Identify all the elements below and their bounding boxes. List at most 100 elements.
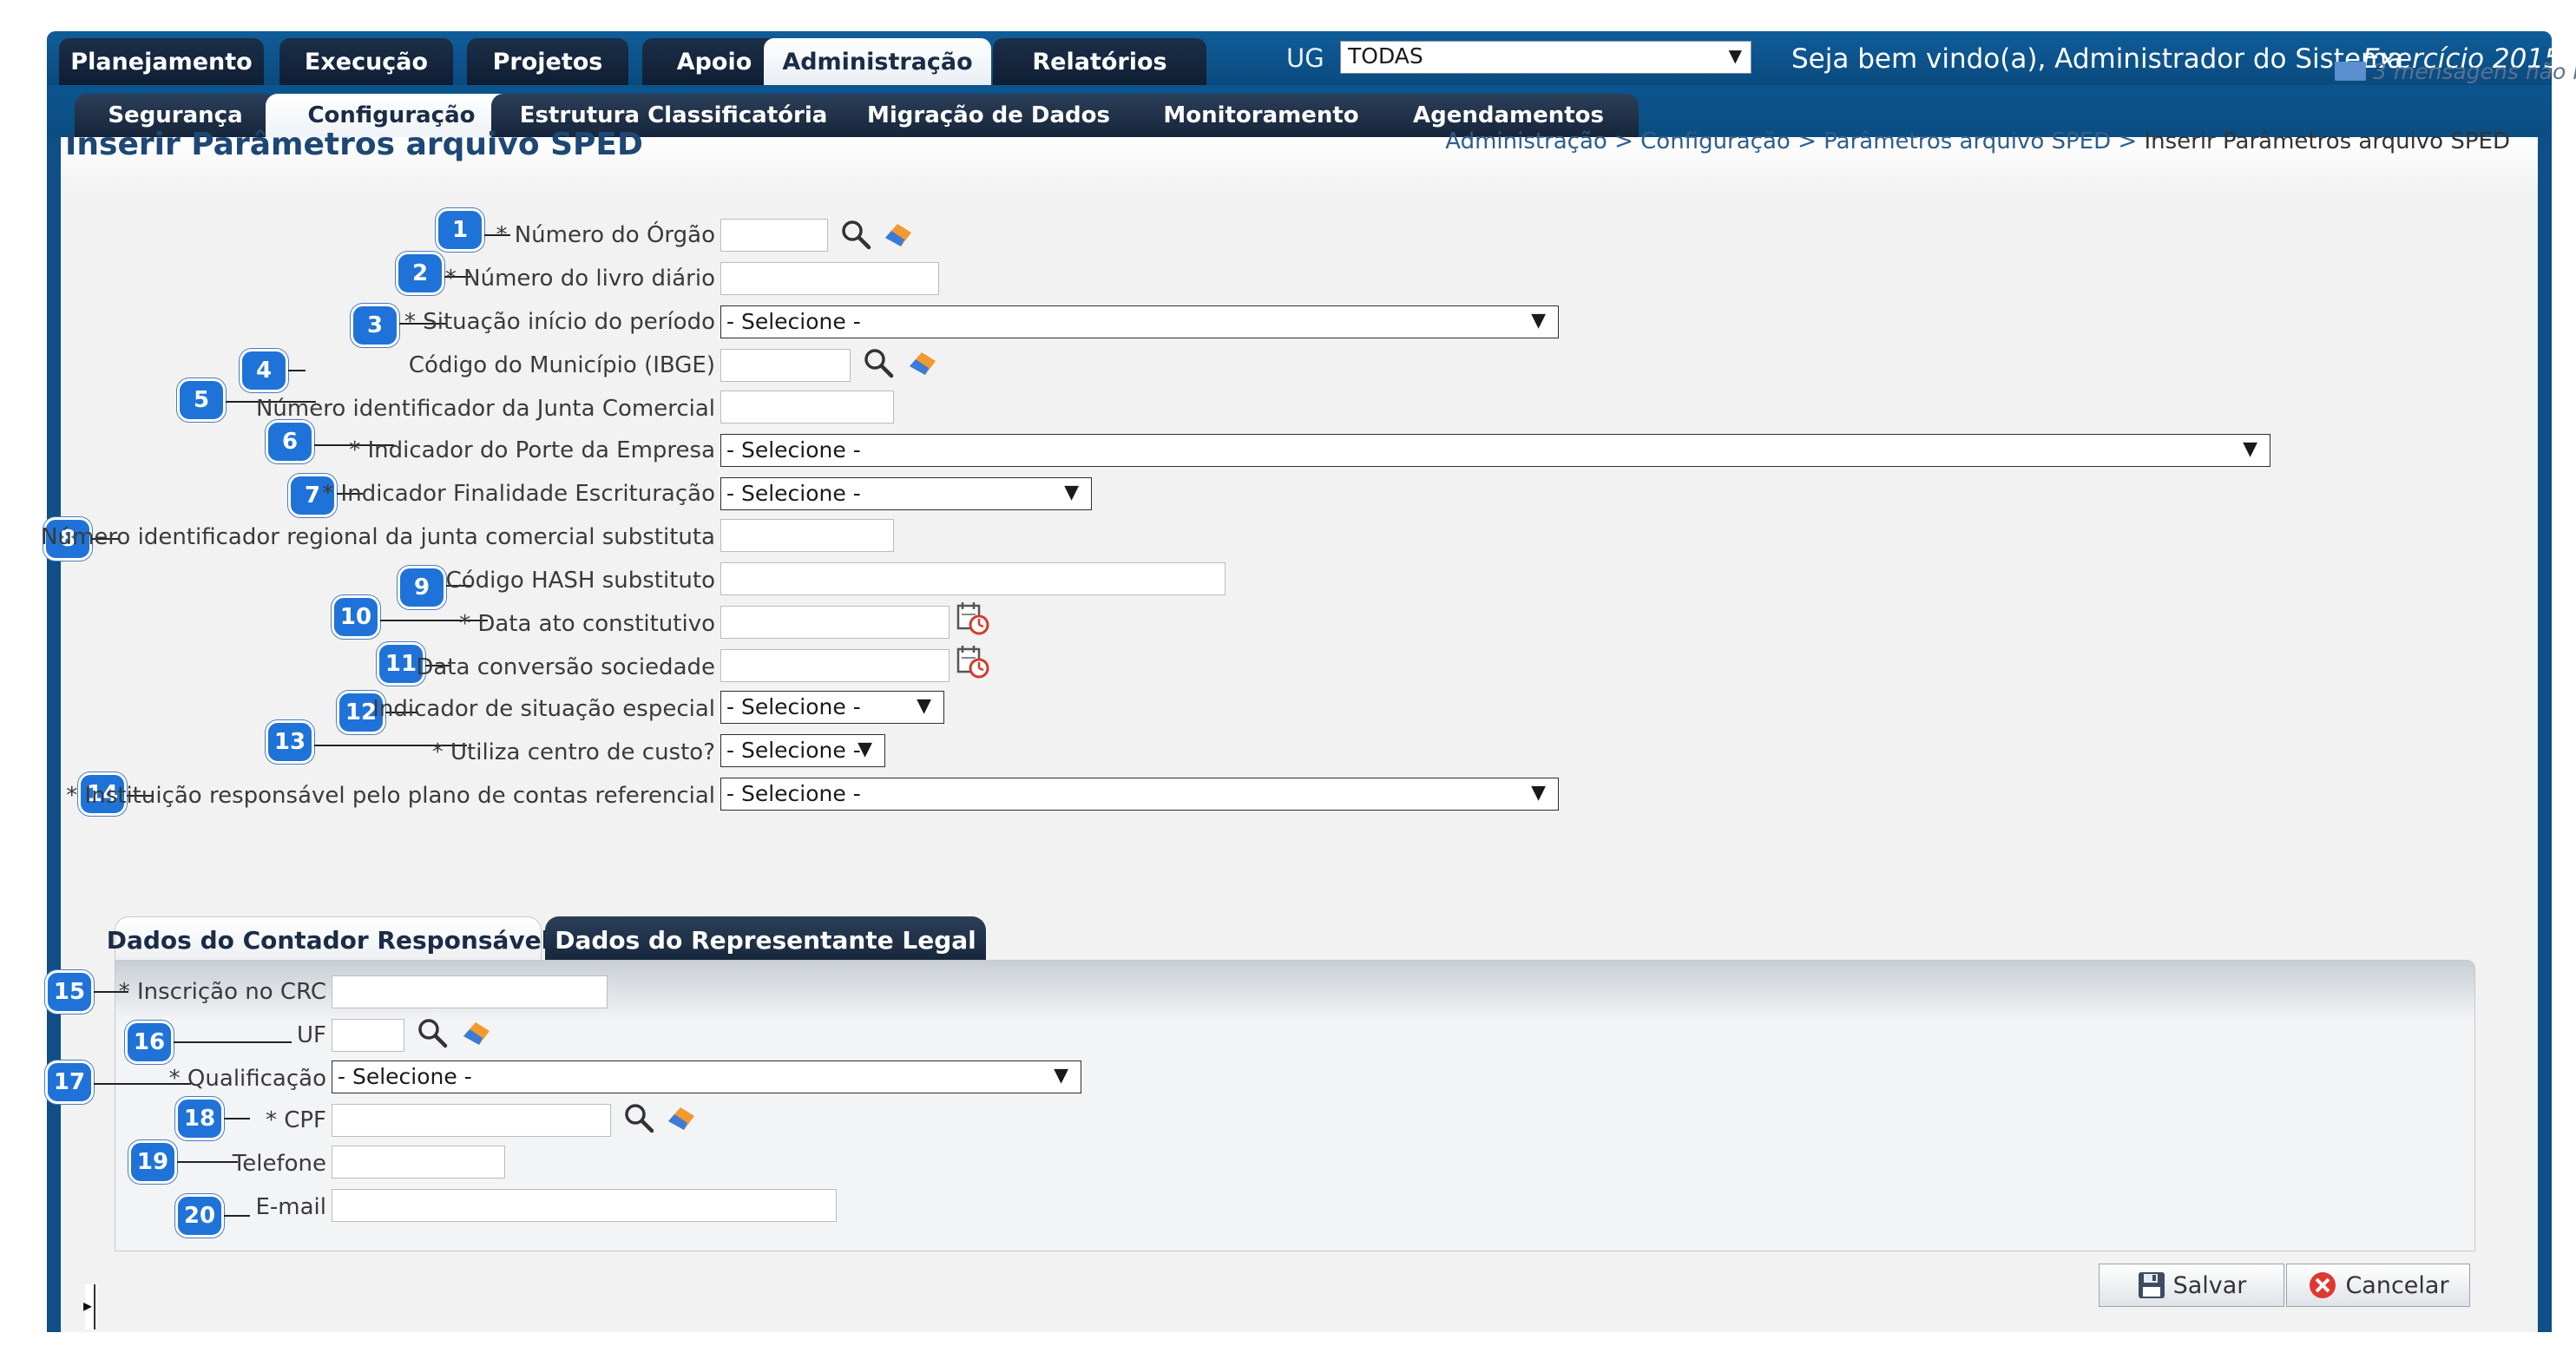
eraser-icon[interactable] [906, 347, 939, 378]
chevron-down-icon: ▼ [1531, 310, 1546, 332]
qualificacao-select[interactable]: - Selecione - ▼ [332, 1060, 1081, 1093]
tab-administracao[interactable]: Administração [764, 38, 991, 85]
breadcrumb-current: Inserir Parâmetros arquivo SPED [2144, 128, 2510, 154]
chevron-down-icon: ▼ [1064, 482, 1079, 503]
save-button-label: Salvar [2172, 1271, 2247, 1299]
eraser-icon[interactable] [460, 1017, 493, 1048]
callout-badge: 17 [45, 1060, 94, 1104]
junta-comercial-input[interactable] [720, 391, 894, 423]
inscricao-crc-input[interactable] [332, 975, 608, 1008]
chevron-down-icon: ▼ [1728, 45, 1742, 66]
cpf-input[interactable] [332, 1104, 611, 1137]
centro-custo-select[interactable]: - Selecione - ▼ [720, 734, 885, 767]
breadcrumb-separator: > [2118, 128, 2138, 154]
tab-relatorios[interactable]: Relatórios [993, 38, 1206, 85]
callout-badge: 19 [128, 1140, 177, 1184]
callout-badge: 2 [396, 252, 444, 295]
tab-dados-contador[interactable]: Dados do Contador Responsável [107, 916, 549, 963]
messages-link[interactable]: 3 mensagens não lidas [2335, 59, 2576, 84]
callout-badge: 3 [351, 304, 399, 347]
field-label: Código do Município (IBGE) [408, 352, 715, 378]
sidebar-collapse-handle[interactable]: ▸ [83, 1284, 95, 1330]
select-value: - Selecione - [726, 481, 861, 506]
breadcrumb-item[interactable]: Configuração [1640, 128, 1791, 154]
finalidade-escrituracao-select[interactable]: - Selecione - ▼ [720, 477, 1092, 510]
chevron-down-icon: ▼ [2243, 438, 2257, 460]
breadcrumb-separator: > [1614, 128, 1633, 154]
tab-execucao[interactable]: Execução [279, 38, 453, 85]
field-label: * Indicador Finalidade Escrituração [322, 481, 715, 507]
email-input[interactable] [332, 1189, 837, 1222]
tab-projetos[interactable]: Projetos [467, 38, 628, 85]
chevron-down-icon: ▼ [917, 695, 931, 717]
callout-badge: 18 [175, 1097, 224, 1140]
field-label: * Número do livro diário [444, 266, 715, 292]
calendar-clock-icon[interactable] [955, 644, 991, 680]
plano-contas-referencial-select[interactable]: - Selecione - ▼ [720, 778, 1559, 811]
field-label: Código HASH substituto [445, 568, 715, 594]
field-label: * Situação início do período [404, 309, 715, 335]
ug-select[interactable]: TODAS ▼ [1340, 41, 1751, 74]
callout-badge: 16 [125, 1021, 174, 1064]
magnifier-icon[interactable] [415, 1015, 450, 1050]
magnifier-icon[interactable] [621, 1100, 656, 1135]
breadcrumb-item[interactable]: Administração [1445, 128, 1607, 154]
field-label: * Número do Órgão [496, 222, 715, 248]
page-title: Inserir Parâmetros arquivo SPED [65, 127, 643, 162]
calendar-clock-icon[interactable] [955, 601, 991, 637]
subtab-migracao-de-dados[interactable]: Migração de Dados [833, 94, 1144, 137]
breadcrumb-item[interactable]: Parâmetros arquivo SPED [1824, 128, 2111, 154]
situacao-inicio-periodo-select[interactable]: - Selecione - ▼ [720, 305, 1559, 338]
field-label: UF [297, 1022, 326, 1048]
magnifier-icon[interactable] [838, 217, 873, 252]
codigo-hash-input[interactable] [720, 562, 1226, 595]
ug-select-value: TODAS [1348, 43, 1423, 69]
numero-livro-diario-input[interactable] [720, 262, 939, 295]
save-button[interactable]: Salvar [2099, 1264, 2284, 1307]
eraser-icon[interactable] [882, 219, 915, 250]
field-label: Indicador de situação especial [372, 696, 715, 722]
field-label: Telefone [232, 1151, 326, 1177]
chevron-down-icon: ▼ [1054, 1065, 1068, 1087]
porte-empresa-select[interactable]: - Selecione - ▼ [720, 434, 2270, 467]
uf-input[interactable] [332, 1019, 404, 1052]
field-label: Número identificador regional da junta c… [41, 524, 715, 550]
tab-planejamento[interactable]: Planejamento [59, 38, 264, 85]
envelope-icon [2335, 62, 2366, 81]
field-label: * CPF [265, 1107, 326, 1133]
select-value: - Selecione - [726, 738, 861, 763]
callout-badge: 1 [436, 208, 484, 252]
top-navigation-bar: Planejamento Execução Projetos Apoio Adm… [47, 31, 2552, 85]
chevron-down-icon: ▼ [858, 739, 872, 760]
callout-badge: 15 [45, 970, 94, 1014]
data-ato-constitutivo-input[interactable] [720, 606, 950, 639]
ug-label: UG [1286, 43, 1324, 73]
numero-orgao-input[interactable] [720, 219, 828, 252]
breadcrumb-separator: > [1797, 128, 1817, 154]
subtab-monitoramento[interactable]: Monitoramento [1123, 94, 1399, 137]
cancel-circle-icon [2310, 1272, 2336, 1298]
junta-comercial-substituta-input[interactable] [720, 519, 894, 552]
cancel-button[interactable]: Cancelar [2286, 1264, 2470, 1307]
tab-dados-representante[interactable]: Dados do Representante Legal [545, 916, 986, 963]
cancel-button-label: Cancelar [2345, 1271, 2449, 1299]
callout-badge: 20 [175, 1194, 224, 1238]
field-label: * Utiliza centro de custo? [431, 739, 715, 765]
codigo-municipio-input[interactable] [720, 349, 851, 382]
magnifier-icon[interactable] [861, 345, 896, 380]
chevron-down-icon: ▼ [1531, 782, 1546, 804]
select-value: - Selecione - [726, 781, 861, 806]
callout-leader [224, 1118, 250, 1119]
field-label: * Qualificação [168, 1066, 326, 1092]
floppy-icon [2138, 1272, 2165, 1298]
eraser-icon[interactable] [665, 1102, 698, 1133]
callout-badge: 9 [398, 566, 446, 609]
select-value: - Selecione - [726, 437, 861, 463]
select-value: - Selecione - [726, 694, 861, 719]
telefone-input[interactable] [332, 1146, 505, 1179]
callout-leader [224, 1215, 250, 1217]
select-value: - Selecione - [726, 309, 861, 334]
field-label: * Data ato constitutivo [459, 611, 715, 637]
data-conversao-sociedade-input[interactable] [720, 649, 950, 682]
situacao-especial-select[interactable]: - Selecione - ▼ [720, 691, 944, 724]
